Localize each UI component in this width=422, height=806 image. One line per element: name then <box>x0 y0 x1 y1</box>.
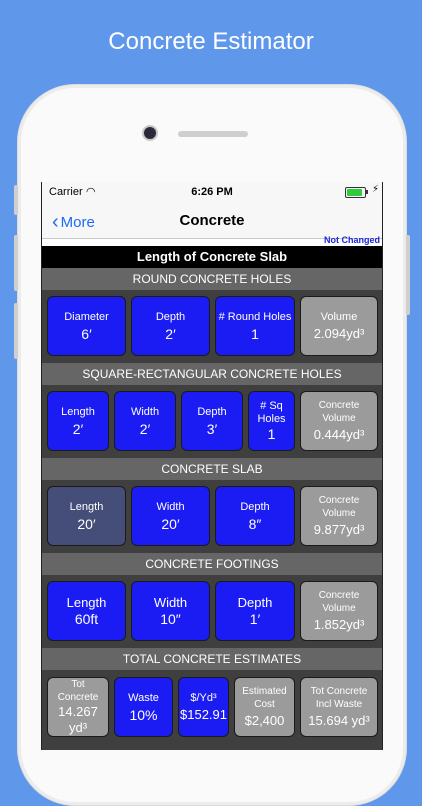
section-header-round-holes: ROUND CONCRETE HOLES <box>42 268 382 290</box>
tile-value: 1 <box>267 426 276 442</box>
tile-value: 10% <box>129 706 158 723</box>
clock: 6:26 PM <box>191 186 233 198</box>
tile-value: 20′ <box>77 515 96 532</box>
tile-value: 1 <box>251 325 259 342</box>
speaker-grille <box>178 131 248 137</box>
tile-value: 9.877yd³ <box>313 522 365 537</box>
slab-volume-display: Concrete Volume 9.877yd³ <box>300 486 378 546</box>
tile-label: Tot Concrete <box>310 686 368 697</box>
charging-icon: ⚡ <box>371 184 379 195</box>
change-status: Not Changed <box>324 235 380 245</box>
tile-value: 1′ <box>249 610 261 627</box>
tile-label: Depth <box>240 500 270 513</box>
app-headline: Concrete Estimator <box>108 28 314 55</box>
camera-icon <box>144 127 156 139</box>
tile-label: Concrete <box>318 400 360 411</box>
round-diameter-button[interactable]: Diameter 6′ <box>47 296 126 356</box>
footing-depth-button[interactable]: Depth 1′ <box>215 581 295 641</box>
tile-value: 3′ <box>206 420 218 437</box>
tile-label: Depth <box>237 594 273 610</box>
tile-label: Cost <box>254 699 275 710</box>
tile-label: Estimated <box>242 686 287 697</box>
tile-value: 2.094yd³ <box>313 325 365 341</box>
tile-label: # Round Holes <box>218 310 292 323</box>
tile-label: Volume <box>322 603 356 614</box>
tile-value: 0.444yd³ <box>313 427 365 442</box>
tile-value: 2′ <box>72 420 84 437</box>
tile-value: 10″ <box>160 610 181 627</box>
section-header-footings: CONCRETE FOOTINGS <box>42 553 382 575</box>
tile-label: Width <box>130 405 160 418</box>
tile-value: 2′ <box>139 420 151 437</box>
tile-label: Depth <box>155 310 186 323</box>
tile-value: 14.267 <box>58 704 98 719</box>
round-volume-display: Volume 2.094yd³ <box>300 296 378 356</box>
tile-value: 20′ <box>161 515 180 532</box>
square-volume-display: Concrete Volume 0.444yd³ <box>300 391 378 451</box>
tile-label: Incl Waste <box>315 699 363 710</box>
mute-switch <box>14 185 18 215</box>
power-button <box>406 235 410 315</box>
square-width-button[interactable]: Width 2′ <box>114 391 176 451</box>
tile-label: Tot <box>71 679 85 690</box>
footing-length-button[interactable]: Length 60ft <box>47 581 126 641</box>
total-concrete-display: Tot Concrete 14.267 yd³ <box>47 677 109 737</box>
volume-down-button <box>14 303 18 359</box>
total-incl-waste-display: Tot Concrete Incl Waste 15.694 yd³ <box>300 677 378 737</box>
tile-label: Holes <box>257 413 286 425</box>
square-length-button[interactable]: Length 2′ <box>47 391 109 451</box>
tile-label: Volume <box>322 413 356 424</box>
waste-button[interactable]: Waste 10% <box>114 677 173 737</box>
tile-label: Width <box>153 594 188 610</box>
tile-value: 2′ <box>165 325 176 342</box>
section-header-slab: CONCRETE SLAB <box>42 458 382 480</box>
estimated-cost-display: Estimated Cost $2,400 <box>234 677 295 737</box>
footing-volume-display: Concrete Volume 1.852yd³ <box>300 581 378 641</box>
tile-value: 1.852yd³ <box>313 617 365 632</box>
tile-label: Volume <box>322 508 356 519</box>
square-holes-count-button[interactable]: # Sq Holes 1 <box>248 391 295 451</box>
tile-value: 8″ <box>248 515 262 532</box>
volume-up-button <box>14 235 18 291</box>
app-screen: Carrier ◠ 6:26 PM ⚡ ‹ More Concrete Not C… <box>41 182 383 750</box>
tile-unit: yd³ <box>68 720 88 735</box>
slab-length-button[interactable]: Length 20′ <box>47 486 126 546</box>
tile-label: Width <box>156 500 185 513</box>
battery-icon <box>345 187 368 198</box>
navigation-bar: ‹ More Concrete <box>42 202 382 239</box>
footing-width-button[interactable]: Width 10″ <box>131 581 210 641</box>
round-depth-button[interactable]: Depth 2′ <box>131 296 210 356</box>
tile-value: 15.694 yd³ <box>308 713 370 728</box>
tile-value: $2,400 <box>244 713 285 728</box>
section-header-square-holes: SQUARE-RECTANGULAR CONCRETE HOLES <box>42 363 382 385</box>
square-depth-button[interactable]: Depth 3′ <box>181 391 243 451</box>
tile-label: Diameter <box>64 310 109 323</box>
round-holes-count-button[interactable]: # Round Holes 1 <box>215 296 295 356</box>
nav-title: Concrete <box>179 212 245 229</box>
price-per-yard-button[interactable]: $/Yd³ $152.91 <box>178 677 229 737</box>
tile-label: Length <box>69 500 104 513</box>
slab-depth-button[interactable]: Depth 8″ <box>215 486 295 546</box>
tile-value: 6′ <box>81 325 92 342</box>
tile-value: $152.91 <box>180 706 227 722</box>
status-bar: Carrier ◠ 6:26 PM ⚡ <box>42 182 382 202</box>
tile-value: 60ft <box>74 610 99 627</box>
tile-label: Length <box>61 405 95 418</box>
tile-label: $/Yd³ <box>190 691 217 704</box>
tile-label: Length <box>66 594 107 610</box>
tile-label: Concrete <box>318 495 360 506</box>
tile-label: Concrete <box>318 590 360 601</box>
slab-width-button[interactable]: Width 20′ <box>131 486 210 546</box>
tile-label: # Sq <box>260 400 283 412</box>
tile-label: Concrete <box>57 692 99 703</box>
tile-label: Waste <box>128 691 159 704</box>
section-header-totals: TOTAL CONCRETE ESTIMATES <box>42 648 382 670</box>
tile-label: Depth <box>197 405 227 418</box>
tile-label: Volume <box>320 310 358 323</box>
page-title: Length of Concrete Slab <box>42 246 382 268</box>
